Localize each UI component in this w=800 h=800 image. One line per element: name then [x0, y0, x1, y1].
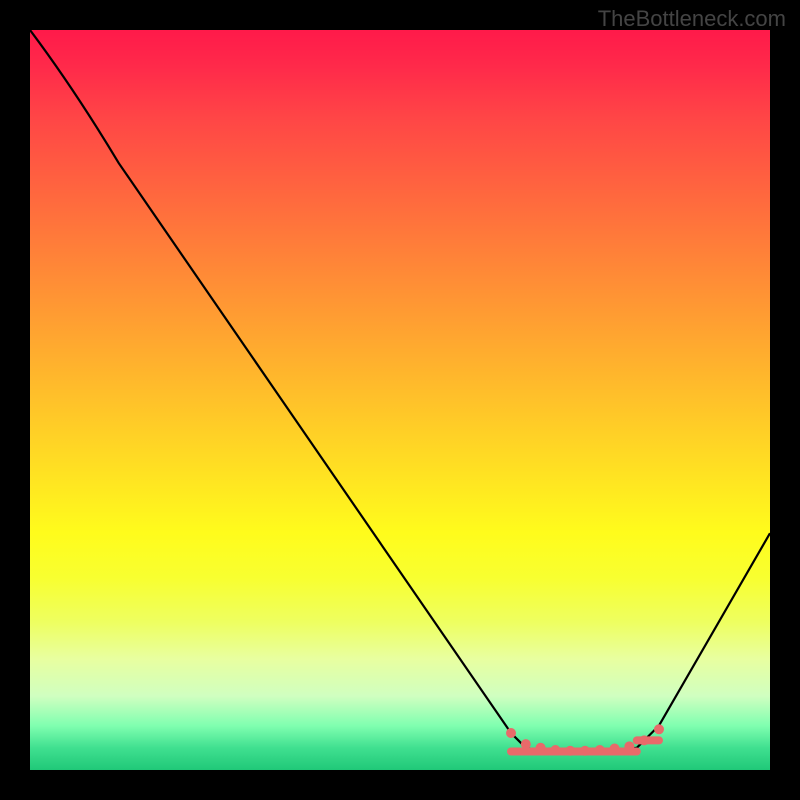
chart-svg — [30, 30, 770, 770]
watermark-text: TheBottleneck.com — [598, 6, 786, 32]
curve-line — [30, 30, 770, 752]
marker-dots — [506, 724, 664, 755]
plot-area — [30, 30, 770, 770]
